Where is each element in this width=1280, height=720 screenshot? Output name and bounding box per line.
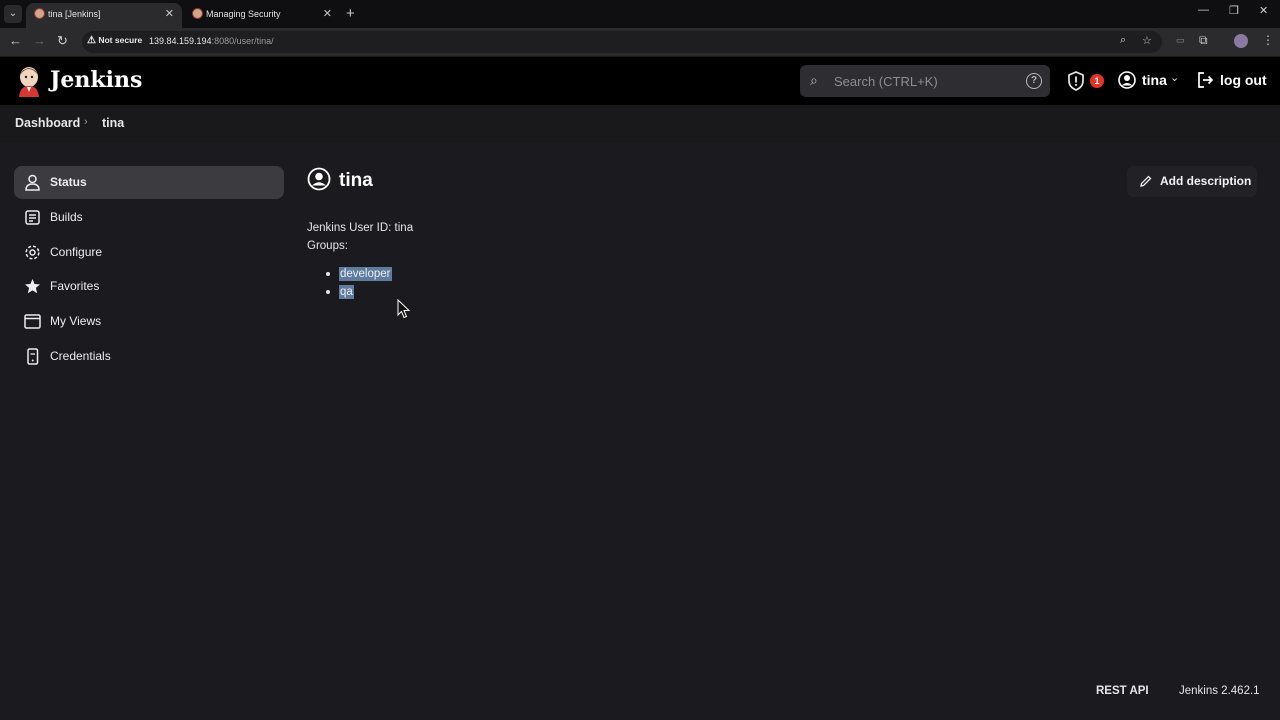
user-avatar-icon	[1118, 71, 1136, 89]
back-icon[interactable]: ←	[9, 33, 22, 48]
rest-api-link[interactable]: REST API	[1096, 685, 1149, 697]
tab-title: Managing Security	[206, 9, 281, 19]
sidebar-item-label: Favorites	[50, 279, 100, 293]
sidebar-item-label: Builds	[50, 210, 83, 224]
url-text[interactable]: 139.84.159.194:8080/user/tina/	[149, 36, 274, 46]
search-icon: ⌕	[810, 72, 818, 88]
warning-icon: ⚠	[87, 35, 96, 46]
search-box[interactable]: ⌕ ?	[800, 65, 1050, 97]
zoom-icon[interactable]: ⌕	[1120, 34, 1126, 47]
gear-icon	[25, 245, 40, 260]
page-title: tina	[339, 170, 373, 191]
person-icon	[25, 174, 40, 191]
jenkins-logo-icon[interactable]	[16, 65, 42, 97]
alert-count-badge[interactable]: 1	[1090, 74, 1104, 88]
help-icon[interactable]: ?	[1026, 73, 1042, 89]
window-icon	[24, 314, 41, 329]
sidebar-item-label: Configure	[50, 245, 103, 259]
sidebar-item-label: My Views	[50, 314, 102, 328]
tab-close-icon[interactable]: ✕	[165, 3, 174, 25]
group-name: developer	[339, 267, 392, 281]
new-tab-icon[interactable]: +	[346, 3, 355, 25]
logout-icon	[1198, 72, 1214, 88]
reload-icon[interactable]: ↻	[57, 33, 68, 49]
forward-icon[interactable]: →	[33, 33, 46, 48]
sidebar-item-my-views[interactable]: My Views	[14, 305, 284, 338]
security-indicator[interactable]: ⚠ Not secure	[87, 35, 142, 46]
add-description-button[interactable]: Add description	[1127, 166, 1257, 197]
user-id-text: Jenkins User ID: tina	[307, 222, 414, 234]
chevron-down-icon: ⌄	[1170, 72, 1180, 84]
pencil-icon	[1140, 175, 1152, 187]
not-secure-label: Not secure	[98, 35, 143, 45]
sidebar-item-credentials[interactable]: Credentials	[14, 340, 284, 373]
profile-avatar[interactable]	[1234, 34, 1248, 48]
jenkins-favicon-icon	[34, 8, 45, 19]
bullet-icon	[326, 289, 330, 294]
security-shield-icon[interactable]	[1066, 71, 1086, 91]
sidebar-item-status[interactable]: Status	[14, 166, 284, 199]
breadcrumb-current-user[interactable]: tina	[102, 116, 124, 130]
list-item: qa	[326, 285, 354, 299]
jenkins-favicon-icon	[192, 8, 203, 19]
sidebar-item-builds[interactable]: Builds	[14, 201, 284, 234]
groups-label: Groups:	[307, 240, 348, 252]
browser-menu-icon[interactable]: ⋮	[1262, 33, 1274, 47]
browser-tab-bar: ⌄ tina [Jenkins] ✕ Managing Security ✕ +…	[0, 0, 1280, 28]
minimize-icon[interactable]: —	[1198, 4, 1209, 16]
group-name: qa	[339, 285, 354, 299]
tab-close-icon[interactable]: ✕	[323, 3, 332, 25]
add-description-label: Add description	[1160, 174, 1252, 188]
chevron-right-icon: ›	[84, 116, 88, 128]
jenkins-header: Jenkins ⌕ ? 1 tina ⌄ log out	[0, 57, 1280, 105]
brand-title[interactable]: Jenkins	[50, 67, 142, 93]
list-item: developer	[326, 267, 392, 281]
browser-tab[interactable]: Managing Security ✕	[184, 3, 340, 28]
restore-icon[interactable]: ❐	[1229, 4, 1239, 17]
user-name: tina	[1142, 72, 1167, 88]
browser-tab-active[interactable]: tina [Jenkins] ✕	[26, 3, 182, 28]
bookmark-star-icon[interactable]: ☆	[1142, 34, 1152, 47]
browser-toolbar: ← → ↻ ⚠ Not secure 139.84.159.194:8080/u…	[0, 28, 1280, 56]
search-input[interactable]	[834, 71, 1014, 91]
address-bar[interactable]: ⚠ Not secure 139.84.159.194:8080/user/ti…	[82, 31, 1162, 53]
logout-label: log out	[1220, 72, 1267, 88]
builds-icon	[25, 210, 40, 225]
window-close-icon[interactable]: ✕	[1259, 4, 1268, 17]
star-icon	[25, 279, 40, 294]
bullet-icon	[326, 271, 330, 276]
breadcrumb-dashboard[interactable]: Dashboard	[15, 116, 80, 130]
sidebar-item-label: Credentials	[50, 349, 111, 363]
extensions-puzzle-icon[interactable]: ⧉	[1199, 33, 1208, 48]
sidebar-item-favorites[interactable]: Favorites	[14, 270, 284, 303]
user-avatar-icon	[307, 167, 331, 191]
phone-icon	[27, 348, 39, 365]
mouse-cursor-icon	[397, 299, 411, 319]
sidebar-item-configure[interactable]: Configure	[14, 236, 284, 269]
sidebar-item-label: Status	[50, 175, 87, 189]
extension-icon[interactable]: ▭	[1176, 35, 1185, 46]
url-path: :8080/user/tina/	[211, 36, 274, 46]
url-host: 139.84.159.194	[149, 36, 212, 46]
jenkins-version-link[interactable]: Jenkins 2.462.1	[1179, 685, 1260, 697]
tab-search-dropdown-icon[interactable]: ⌄	[4, 5, 22, 23]
tab-title: tina [Jenkins]	[48, 9, 101, 19]
breadcrumb: Dashboard › tina	[0, 105, 1280, 143]
